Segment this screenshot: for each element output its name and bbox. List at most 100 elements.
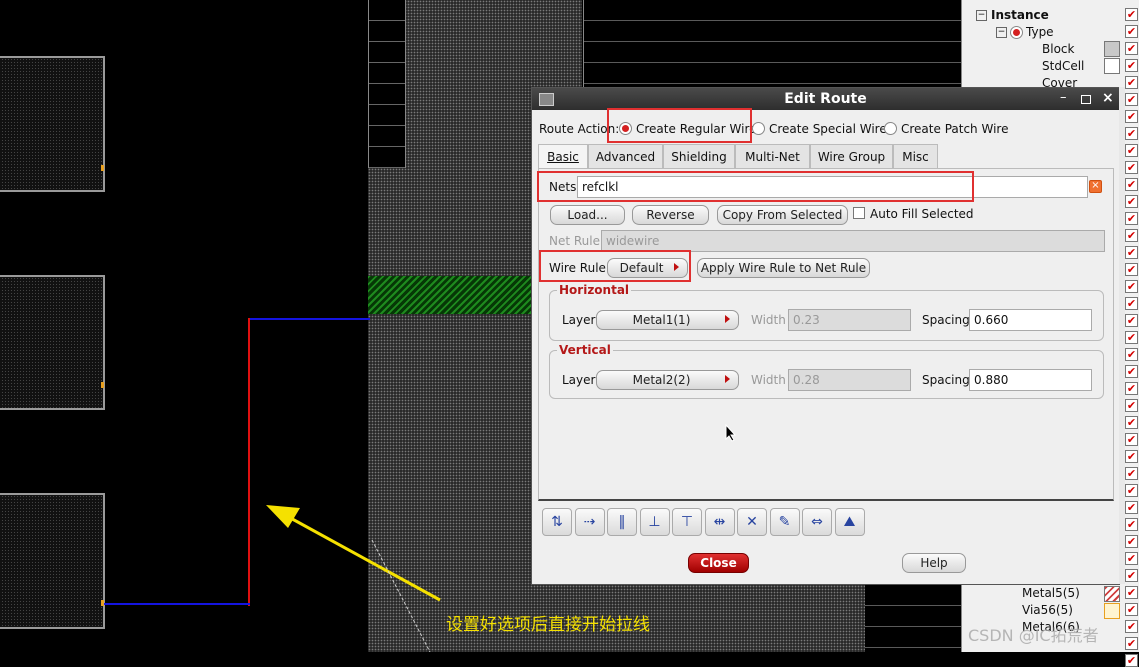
reverse-button[interactable]: Reverse [632, 205, 709, 225]
visibility-checkbox[interactable]: ✔ [1125, 501, 1138, 514]
close-button[interactable]: Close [688, 553, 749, 573]
visibility-checkbox[interactable]: ✔ [1125, 569, 1138, 582]
watermark: CSDN @IC拓荒者 [968, 626, 1099, 645]
radio-icon [1010, 26, 1023, 39]
visibility-checkbox[interactable]: ✔ [1125, 450, 1138, 463]
visibility-checkbox[interactable]: ✔ [1125, 603, 1138, 616]
tab-wire-group[interactable]: Wire Group [810, 144, 893, 168]
visibility-checkbox[interactable]: ✔ [1125, 195, 1138, 208]
tab-basic[interactable]: Basic [538, 144, 588, 169]
horizontal-layer-dropdown[interactable]: Metal1(1) [596, 310, 739, 330]
net-rule-label: Net Rule [549, 234, 600, 248]
tab-misc[interactable]: Misc [893, 144, 938, 168]
maximize-icon[interactable] [1081, 95, 1091, 104]
visibility-checkbox[interactable]: ✔ [1125, 637, 1138, 650]
dialog-titlebar[interactable]: Edit Route – × [532, 88, 1119, 110]
visibility-checkbox[interactable]: ✔ [1125, 654, 1138, 667]
visibility-checkbox[interactable]: ✔ [1125, 212, 1138, 225]
vertical-spacing-label: Spacing [922, 373, 970, 387]
tab-multi-net[interactable]: Multi-Net [735, 144, 810, 168]
visibility-checkbox[interactable]: ✔ [1125, 144, 1138, 157]
bus-icon[interactable]: ⇹ [704, 508, 735, 536]
visibility-checkbox[interactable]: ✔ [1125, 263, 1138, 276]
visibility-checkbox[interactable]: ✔ [1125, 433, 1138, 446]
visibility-checkbox[interactable]: ✔ [1125, 93, 1138, 106]
vertical-layer-dropdown[interactable]: Metal2(2) [596, 370, 739, 390]
apply-wire-rule-button[interactable]: Apply Wire Rule to Net Rule [697, 258, 870, 278]
trim-icon[interactable]: ⛰ [834, 508, 865, 536]
help-button[interactable]: Help [902, 553, 966, 573]
color-swatch[interactable] [1104, 603, 1120, 619]
visibility-checkbox[interactable]: ✔ [1125, 518, 1138, 531]
vertical-width-label: Width [751, 373, 786, 387]
visibility-checkbox[interactable]: ✔ [1125, 586, 1138, 599]
delete-segment-icon[interactable]: ✕ [737, 508, 767, 536]
horizontal-width-label: Width [751, 313, 786, 327]
visibility-checkbox[interactable]: ✔ [1125, 110, 1138, 123]
vertical-title: Vertical [557, 343, 613, 357]
visibility-checkbox[interactable]: ✔ [1125, 127, 1138, 140]
visibility-checkbox[interactable]: ✔ [1125, 348, 1138, 361]
visibility-checkbox[interactable]: ✔ [1125, 399, 1138, 412]
dropdown-arrow-icon [725, 375, 730, 383]
visibility-checkbox[interactable]: ✔ [1125, 365, 1138, 378]
visibility-checkbox[interactable]: ✔ [1125, 552, 1138, 565]
visibility-checkbox[interactable]: ✔ [1125, 331, 1138, 344]
visibility-checkbox[interactable]: ✔ [1125, 42, 1138, 55]
checkbox-icon [853, 207, 865, 219]
visibility-checkbox[interactable]: ✔ [1125, 484, 1138, 497]
load-button[interactable]: Load... [550, 205, 625, 225]
radio-create-special-wire[interactable]: Create Special Wire [752, 121, 887, 137]
align-center-icon[interactable]: ⊥ [639, 508, 670, 536]
visibility-checkbox[interactable]: ✔ [1125, 25, 1138, 38]
stretch-icon[interactable]: ⇔ [802, 508, 832, 536]
visibility-checkbox[interactable]: ✔ [1125, 535, 1138, 548]
highlight-box [607, 108, 752, 143]
copy-from-selected-button[interactable]: Copy From Selected [717, 205, 848, 225]
visibility-checkbox[interactable]: ✔ [1125, 161, 1138, 174]
visibility-checkbox[interactable]: ✔ [1125, 467, 1138, 480]
radio-icon [752, 122, 765, 135]
align-horizontal-icon[interactable]: ⊤ [672, 508, 702, 536]
radio-create-patch-wire[interactable]: Create Patch Wire [884, 121, 1008, 137]
tab-shielding[interactable]: Shielding [663, 144, 735, 168]
visibility-checkbox[interactable]: ✔ [1125, 297, 1138, 310]
visibility-checkbox[interactable]: ✔ [1125, 246, 1138, 259]
visibility-checkbox[interactable]: ✔ [1125, 314, 1138, 327]
close-icon[interactable]: × [1102, 90, 1114, 106]
clear-icon[interactable]: × [1089, 180, 1102, 193]
horizontal-title: Horizontal [557, 283, 632, 297]
visibility-checkbox[interactable]: ✔ [1125, 229, 1138, 242]
visibility-checkbox[interactable]: ✔ [1125, 76, 1138, 89]
visibility-checkbox[interactable]: ✔ [1125, 280, 1138, 293]
auto-fill-checkbox[interactable]: Auto Fill Selected [853, 206, 974, 222]
horizontal-spacing-input[interactable]: 0.660 [969, 309, 1092, 331]
visibility-checkbox[interactable]: ✔ [1125, 8, 1138, 21]
vertical-layer-label: Layer [562, 373, 596, 387]
horizontal-spacing-label: Spacing [922, 313, 970, 327]
route-flip-icon[interactable]: ⇅ [542, 508, 572, 536]
color-swatch[interactable] [1104, 58, 1120, 74]
annotation-text: 设置好选项后直接开始拉线 [446, 615, 650, 635]
dialog-scrollbar[interactable] [1119, 87, 1125, 584]
vertical-spacing-input[interactable]: 0.880 [969, 369, 1092, 391]
visibility-checkbox[interactable]: ✔ [1125, 59, 1138, 72]
visibility-checkbox[interactable]: ✔ [1125, 178, 1138, 191]
mouse-cursor-icon [725, 424, 737, 442]
visibility-checkbox[interactable]: ✔ [1125, 620, 1138, 633]
visibility-checkbox[interactable]: ✔ [1125, 416, 1138, 429]
split-icon[interactable]: ⇢ [574, 508, 605, 536]
visibility-checkbox[interactable]: ✔ [1125, 382, 1138, 395]
collapse-icon[interactable]: − [976, 10, 987, 21]
color-swatch[interactable] [1104, 41, 1120, 57]
highlight-box [539, 250, 691, 282]
dialog-title: Edit Route [784, 91, 867, 107]
vertical-wires-icon[interactable]: ‖ [607, 508, 637, 536]
color-swatch[interactable] [1104, 586, 1120, 602]
minimize-icon[interactable]: – [1060, 90, 1067, 105]
tab-advanced[interactable]: Advanced [588, 144, 663, 168]
horizontal-layer-label: Layer [562, 313, 596, 327]
collapse-icon[interactable]: − [996, 27, 1007, 38]
highlight-box [537, 171, 974, 202]
eraser-icon[interactable]: ✎ [769, 508, 800, 536]
